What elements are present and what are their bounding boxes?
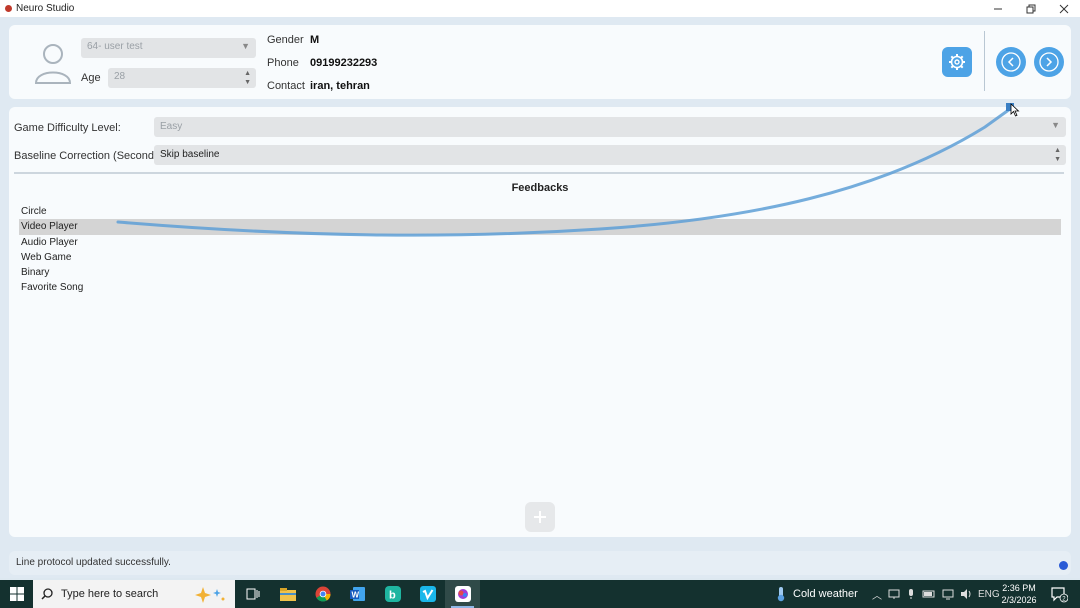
age-value: 28 bbox=[114, 71, 126, 82]
notification-icon: 2 bbox=[1051, 587, 1069, 603]
list-item[interactable]: Circle bbox=[19, 204, 1061, 219]
gender-label: Gender bbox=[267, 34, 304, 46]
search-placeholder: Type here to search bbox=[61, 588, 159, 600]
user-select-value: 64- user test bbox=[87, 41, 143, 52]
mouse-cursor-icon bbox=[1010, 103, 1020, 117]
divider bbox=[14, 172, 1064, 174]
chevron-down-icon: ▼ bbox=[1051, 120, 1060, 130]
system-tray: ︿ ENG bbox=[872, 580, 1000, 608]
contact-label: Contact bbox=[267, 80, 305, 92]
age-label: Age bbox=[81, 72, 101, 84]
list-item-selected[interactable]: Video Player bbox=[19, 219, 1061, 235]
close-icon bbox=[1059, 4, 1068, 13]
chevron-left-icon bbox=[1001, 52, 1021, 72]
clock[interactable]: 2:36 PM 2/3/2026 bbox=[998, 582, 1040, 606]
feedback-card: Game Difficulty Level: Easy ▼ Baseline C… bbox=[9, 107, 1071, 537]
status-message: Line protocol updated successfully. bbox=[16, 557, 171, 568]
baseline-label: Baseline Correction (Seconds): bbox=[14, 150, 167, 162]
word-icon: W bbox=[349, 587, 365, 601]
profile-card: 64- user test ▼ Age 28 ▲ ▼ Gender M Phone… bbox=[9, 25, 1071, 99]
svg-text:b: b bbox=[389, 590, 396, 602]
neuro-studio-button[interactable] bbox=[445, 580, 480, 608]
start-button[interactable] bbox=[0, 580, 33, 608]
volume-icon[interactable] bbox=[960, 588, 972, 600]
next-button[interactable] bbox=[1034, 47, 1064, 77]
chevron-down-icon: ▼ bbox=[241, 41, 250, 51]
previous-button[interactable] bbox=[996, 47, 1026, 77]
contact-value: iran, tehran bbox=[310, 80, 370, 92]
weather-widget[interactable]: Cold weather bbox=[775, 580, 858, 608]
gear-icon bbox=[949, 54, 965, 70]
bing-icon: b bbox=[384, 586, 401, 602]
app-logo-icon bbox=[5, 5, 12, 12]
gender-value: M bbox=[310, 34, 320, 46]
search-icon bbox=[41, 588, 53, 600]
spin-arrows-icon[interactable]: ▲ ▼ bbox=[1054, 146, 1061, 164]
windows-icon bbox=[9, 587, 24, 601]
restore-icon bbox=[1026, 4, 1035, 13]
phone-label: Phone bbox=[267, 57, 299, 69]
list-item[interactable]: Audio Player bbox=[19, 235, 1061, 250]
svg-text:W: W bbox=[351, 591, 359, 600]
baseline-value: Skip baseline bbox=[160, 149, 220, 160]
thermometer-icon bbox=[777, 587, 785, 602]
window-title: Neuro Studio bbox=[16, 3, 75, 14]
battery-icon[interactable] bbox=[922, 589, 936, 599]
microphone-icon[interactable] bbox=[906, 588, 916, 600]
feedbacks-title: Feedbacks bbox=[511, 182, 569, 194]
list-item[interactable]: Web Game bbox=[19, 250, 1061, 265]
sparkle-icon bbox=[195, 587, 225, 603]
word-button[interactable]: W bbox=[340, 580, 375, 608]
chrome-button[interactable] bbox=[305, 580, 340, 608]
list-item[interactable]: Favorite Song bbox=[19, 280, 1061, 295]
user-select[interactable]: 64- user test ▼ bbox=[81, 38, 256, 58]
task-view-button[interactable] bbox=[235, 580, 270, 608]
file-explorer-button[interactable] bbox=[270, 580, 305, 608]
add-feedback-button[interactable] bbox=[525, 502, 555, 532]
difficulty-label: Game Difficulty Level: bbox=[14, 122, 121, 134]
file-explorer-icon bbox=[279, 587, 296, 601]
toolbar-divider bbox=[984, 31, 985, 91]
vimeo-icon bbox=[419, 586, 436, 602]
meet-now-icon[interactable] bbox=[888, 588, 900, 600]
clock-time: 2:36 PM bbox=[1002, 583, 1036, 593]
feedback-list: Circle Video Player Audio Player Web Gam… bbox=[19, 204, 1061, 296]
age-spinbox[interactable]: 28 ▲ ▼ bbox=[108, 68, 256, 88]
vimeo-button[interactable] bbox=[410, 580, 445, 608]
weather-text: Cold weather bbox=[793, 588, 858, 600]
task-view-icon bbox=[246, 588, 259, 600]
taskbar: Type here to search W b Cold weather ︿ E… bbox=[0, 580, 1080, 608]
network-icon[interactable] bbox=[942, 588, 954, 600]
plus-icon bbox=[534, 511, 546, 523]
notification-button[interactable]: 2 bbox=[1050, 585, 1069, 608]
clock-date: 2/3/2026 bbox=[1001, 595, 1037, 605]
minimize-button[interactable] bbox=[981, 0, 1014, 17]
chrome-icon bbox=[315, 586, 331, 602]
settings-button[interactable] bbox=[942, 47, 972, 77]
gender-row: Gender M bbox=[267, 34, 319, 46]
maximize-button[interactable] bbox=[1014, 0, 1047, 17]
list-item[interactable]: Binary bbox=[19, 265, 1061, 280]
title-bar: Neuro Studio bbox=[0, 0, 1080, 17]
spin-arrows-icon[interactable]: ▲ ▼ bbox=[244, 69, 251, 87]
close-button[interactable] bbox=[1047, 0, 1080, 17]
language-indicator[interactable]: ENG bbox=[978, 589, 1000, 600]
taskbar-search[interactable]: Type here to search bbox=[33, 580, 235, 608]
neuro-studio-icon bbox=[454, 586, 471, 602]
phone-value: 09199232293 bbox=[310, 57, 378, 69]
contact-row: Contact iran, tehran bbox=[267, 80, 370, 92]
status-bar: Line protocol updated successfully. bbox=[9, 551, 1071, 575]
app-body: 64- user test ▼ Age 28 ▲ ▼ Gender M Phone… bbox=[0, 17, 1080, 578]
user-avatar-icon bbox=[34, 44, 72, 84]
chevron-right-icon bbox=[1039, 52, 1059, 72]
difficulty-value: Easy bbox=[160, 121, 183, 132]
status-indicator-icon bbox=[1059, 561, 1068, 570]
baseline-spinbox[interactable]: Skip baseline ▲ ▼ bbox=[154, 145, 1066, 165]
phone-row: Phone 09199232293 bbox=[267, 57, 377, 69]
minimize-icon bbox=[993, 8, 1002, 9]
bing-button[interactable]: b bbox=[375, 580, 410, 608]
chevron-up-icon[interactable]: ︿ bbox=[872, 587, 882, 602]
difficulty-select[interactable]: Easy ▼ bbox=[154, 117, 1066, 137]
